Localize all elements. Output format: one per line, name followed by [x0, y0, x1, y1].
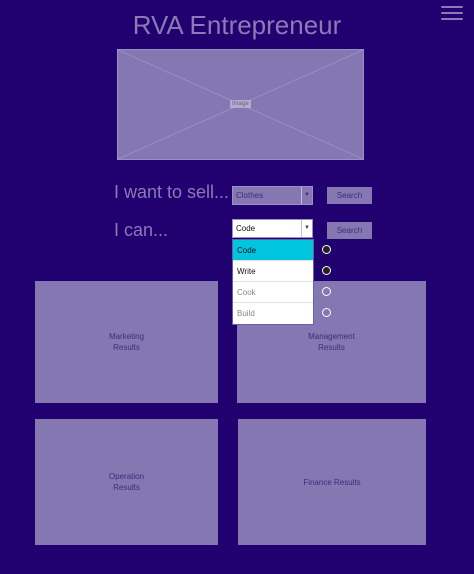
dropdown-option-code[interactable]: Code: [233, 240, 313, 261]
operation-results-title: Operation: [108, 472, 145, 481]
management-results-title: Management: [308, 332, 355, 341]
marketing-results-title: Marketing: [108, 332, 145, 341]
radio-cook[interactable]: [322, 287, 331, 296]
management-results-subtitle: Results: [318, 343, 345, 352]
marketing-results-subtitle: Results: [113, 343, 140, 352]
dropdown-option-write[interactable]: Write: [233, 261, 313, 282]
operation-results-panel[interactable]: Operation Results: [35, 419, 218, 545]
image-label: Image: [230, 100, 251, 108]
hamburger-menu-icon[interactable]: [441, 6, 463, 22]
can-select[interactable]: Code ▼: [232, 219, 313, 238]
page-title: RVA Entrepreneur: [132, 10, 342, 40]
marketing-results-panel[interactable]: Marketing Results: [35, 281, 218, 403]
hero-image-placeholder: Image: [117, 49, 364, 160]
sell-select-value: Clothes: [236, 191, 264, 200]
operation-results-subtitle: Results: [113, 483, 140, 492]
finance-results-panel[interactable]: Finance Results: [238, 419, 426, 545]
dropdown-option-cook[interactable]: Cook: [233, 282, 313, 303]
chevron-down-icon: ▼: [301, 220, 312, 237]
can-dropdown-menu: Code Write Cook Build: [232, 239, 314, 325]
sell-select[interactable]: Clothes ▼: [232, 186, 313, 205]
can-prompt: I can...: [114, 220, 169, 240]
finance-results-title: Finance Results: [303, 477, 361, 487]
can-select-value: Code: [236, 224, 256, 233]
radio-code[interactable]: [322, 245, 331, 254]
dropdown-option-build[interactable]: Build: [233, 303, 313, 324]
radio-build[interactable]: [322, 308, 331, 317]
radio-write[interactable]: [322, 266, 331, 275]
sell-prompt: I want to sell...: [114, 182, 230, 202]
chevron-down-icon: ▼: [301, 187, 312, 204]
can-search-button[interactable]: Search: [327, 222, 372, 239]
sell-search-button[interactable]: Search: [327, 187, 372, 204]
